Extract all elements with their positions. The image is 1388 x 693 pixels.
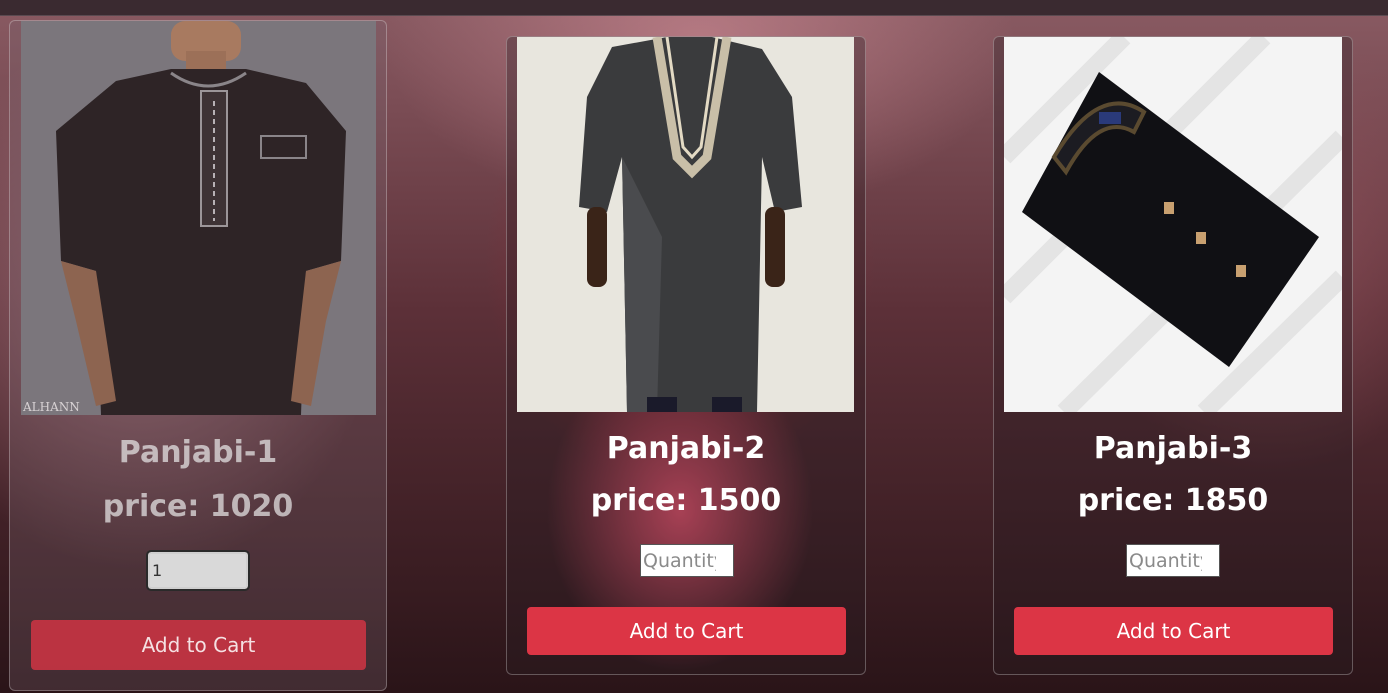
- product-name-1: Panjabi-1: [118, 435, 278, 470]
- product-price-3: price: 1850: [1077, 483, 1269, 518]
- product-price-2: price: 1500: [590, 483, 782, 518]
- panjabi-photo-2: [517, 37, 854, 412]
- product-image-2: [517, 37, 854, 412]
- quantity-input-2[interactable]: [640, 544, 734, 577]
- product-image-1: ALHANN: [21, 21, 376, 415]
- panjabi-photo-1: ALHANN: [21, 21, 376, 415]
- top-bar: [0, 0, 1388, 16]
- add-to-cart-button-1[interactable]: Add to Cart: [31, 620, 366, 670]
- product-card-3: Panjabi-3 price: 1850 Add to Cart: [993, 36, 1353, 675]
- product-image-3: [1004, 37, 1342, 412]
- product-card-1: ALHANN Panjabi-1 price: 1020 Add to Cart: [9, 20, 387, 691]
- product-name-2: Panjabi-2: [606, 431, 766, 466]
- product-name-3: Panjabi-3: [1093, 431, 1253, 466]
- svg-text:ALHANN: ALHANN: [22, 400, 80, 414]
- quantity-input-3[interactable]: [1126, 544, 1220, 577]
- panjabi-photo-3: [1004, 37, 1342, 412]
- quantity-input-1[interactable]: [146, 550, 250, 591]
- product-card-2: Panjabi-2 price: 1500 Add to Cart: [506, 36, 866, 675]
- add-to-cart-button-2[interactable]: Add to Cart: [527, 607, 846, 655]
- product-price-1: price: 1020: [102, 489, 294, 524]
- add-to-cart-button-3[interactable]: Add to Cart: [1014, 607, 1333, 655]
